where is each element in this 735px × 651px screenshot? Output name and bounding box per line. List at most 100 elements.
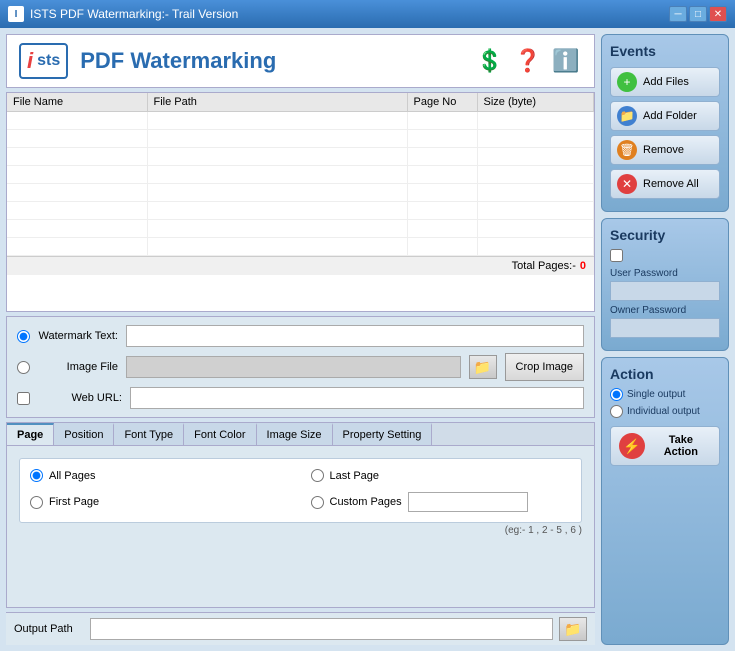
col-filepath: File Path — [147, 93, 407, 112]
total-pages-row: Total Pages:- 0 — [7, 256, 594, 275]
header-icons: 💲 ❓ ℹ️ — [474, 45, 582, 77]
web-url-checkbox[interactable] — [17, 392, 30, 405]
events-panel: Events + Add Files 📁 Add Folder 🗑 Remove… — [601, 34, 729, 212]
eg-text: (eg:- 1 , 2 - 5 , 6 ) — [19, 525, 582, 536]
last-page-row: Last Page — [311, 469, 572, 482]
watermark-text-label: Watermark Text: — [38, 330, 118, 342]
folder-icon: 📁 — [474, 359, 491, 376]
add-folder-button[interactable]: 📁 Add Folder — [610, 101, 720, 131]
first-page-label: First Page — [49, 496, 99, 508]
owner-password-input[interactable] — [610, 318, 720, 338]
app-icon: I — [8, 6, 24, 22]
output-path-row: Output Path 📁 — [6, 612, 595, 645]
single-output-row: Single output — [610, 388, 720, 401]
close-button[interactable]: ✕ — [709, 6, 727, 22]
help-icon-button[interactable]: ❓ — [512, 45, 544, 77]
custom-pages-row: Custom Pages — [311, 492, 572, 512]
output-browse-button[interactable]: 📁 — [559, 617, 587, 641]
security-title: Security — [610, 227, 720, 243]
file-table-container: File Name File Path Page No Size (byte) — [6, 92, 595, 312]
take-action-button[interactable]: ⚡ Take Action — [610, 426, 720, 466]
left-panel: i sts PDF Watermarking 💲 ❓ ℹ️ File Name … — [6, 34, 595, 645]
remove-label: Remove — [643, 144, 684, 156]
single-output-label: Single output — [627, 389, 685, 400]
table-row — [7, 130, 594, 148]
table-row — [7, 220, 594, 238]
security-checkbox[interactable] — [610, 249, 623, 262]
info-icon-button[interactable]: ℹ️ — [550, 45, 582, 77]
individual-output-row: Individual output — [610, 405, 720, 418]
title-bar: I ISTS PDF Watermarking:- Trail Version … — [0, 0, 735, 28]
last-page-label: Last Page — [330, 470, 380, 482]
all-pages-label: All Pages — [49, 470, 95, 482]
logo-sts: sts — [37, 52, 60, 70]
single-output-radio[interactable] — [610, 388, 623, 401]
add-files-icon: + — [617, 72, 637, 92]
total-pages-value: 0 — [580, 260, 586, 272]
custom-pages-input[interactable] — [408, 492, 528, 512]
output-path-input[interactable] — [90, 618, 553, 640]
maximize-button[interactable]: □ — [689, 6, 707, 22]
tab-property-setting[interactable]: Property Setting — [333, 423, 433, 445]
last-page-radio[interactable] — [311, 469, 324, 482]
title-bar-left: I ISTS PDF Watermarking:- Trail Version — [8, 6, 238, 22]
take-action-icon: ⚡ — [619, 433, 645, 459]
logo-i: i — [27, 48, 33, 74]
output-path-label: Output Path — [14, 623, 84, 635]
dollar-icon-button[interactable]: 💲 — [474, 45, 506, 77]
tabs-container: Page Position Font Type Font Color Image… — [6, 422, 595, 608]
tab-position[interactable]: Position — [54, 423, 114, 445]
table-row — [7, 202, 594, 220]
remove-all-icon: ✕ — [617, 174, 637, 194]
title-bar-controls: ─ □ ✕ — [669, 6, 727, 22]
file-table: File Name File Path Page No Size (byte) — [7, 93, 594, 256]
image-file-label: Image File — [38, 361, 118, 373]
table-row — [7, 238, 594, 256]
app-header: i sts PDF Watermarking 💲 ❓ ℹ️ — [6, 34, 595, 88]
tab-font-color[interactable]: Font Color — [184, 423, 256, 445]
tab-image-size[interactable]: Image Size — [257, 423, 333, 445]
user-password-label: User Password — [610, 268, 720, 279]
image-file-radio[interactable] — [17, 361, 30, 374]
web-url-input[interactable] — [130, 387, 584, 409]
tab-page[interactable]: Page — [7, 423, 54, 445]
table-row — [7, 148, 594, 166]
watermark-text-input[interactable] — [126, 325, 584, 347]
individual-output-label: Individual output — [627, 406, 700, 417]
minimize-button[interactable]: ─ — [669, 6, 687, 22]
tab-font-type[interactable]: Font Type — [114, 423, 184, 445]
owner-password-label: Owner Password — [610, 305, 720, 316]
security-panel: Security User Password Owner Password — [601, 218, 729, 351]
col-size: Size (byte) — [477, 93, 594, 112]
security-checkbox-row — [610, 249, 720, 262]
web-url-row: Web URL: — [17, 387, 584, 409]
all-pages-radio[interactable] — [30, 469, 43, 482]
logo: i sts — [19, 43, 68, 79]
events-title: Events — [610, 43, 720, 59]
output-folder-icon: 📁 — [564, 621, 581, 638]
take-action-label: Take Action — [651, 434, 711, 458]
first-page-row: First Page — [30, 492, 291, 512]
crop-image-button[interactable]: Crop Image — [505, 353, 584, 381]
table-row — [7, 184, 594, 202]
image-browse-button[interactable]: 📁 — [469, 355, 497, 379]
col-filename: File Name — [7, 93, 147, 112]
app-title: PDF Watermarking — [80, 48, 276, 74]
watermark-text-radio[interactable] — [17, 330, 30, 343]
individual-output-radio[interactable] — [610, 405, 623, 418]
first-page-radio[interactable] — [30, 496, 43, 509]
add-folder-icon: 📁 — [617, 106, 637, 126]
remove-button[interactable]: 🗑 Remove — [610, 135, 720, 165]
add-files-button[interactable]: + Add Files — [610, 67, 720, 97]
col-pageno: Page No — [407, 93, 477, 112]
image-file-input[interactable] — [126, 356, 461, 378]
action-panel: Action Single output Individual output ⚡… — [601, 357, 729, 645]
image-file-row: Image File 📁 Crop Image — [17, 353, 584, 381]
remove-all-button[interactable]: ✕ Remove All — [610, 169, 720, 199]
custom-pages-label: Custom Pages — [330, 496, 402, 508]
title-bar-text: ISTS PDF Watermarking:- Trail Version — [30, 7, 238, 21]
all-pages-row: All Pages — [30, 469, 291, 482]
user-password-input[interactable] — [610, 281, 720, 301]
custom-pages-radio[interactable] — [311, 496, 324, 509]
page-options-grid: All Pages Last Page First Page Custom Pa… — [19, 458, 582, 523]
